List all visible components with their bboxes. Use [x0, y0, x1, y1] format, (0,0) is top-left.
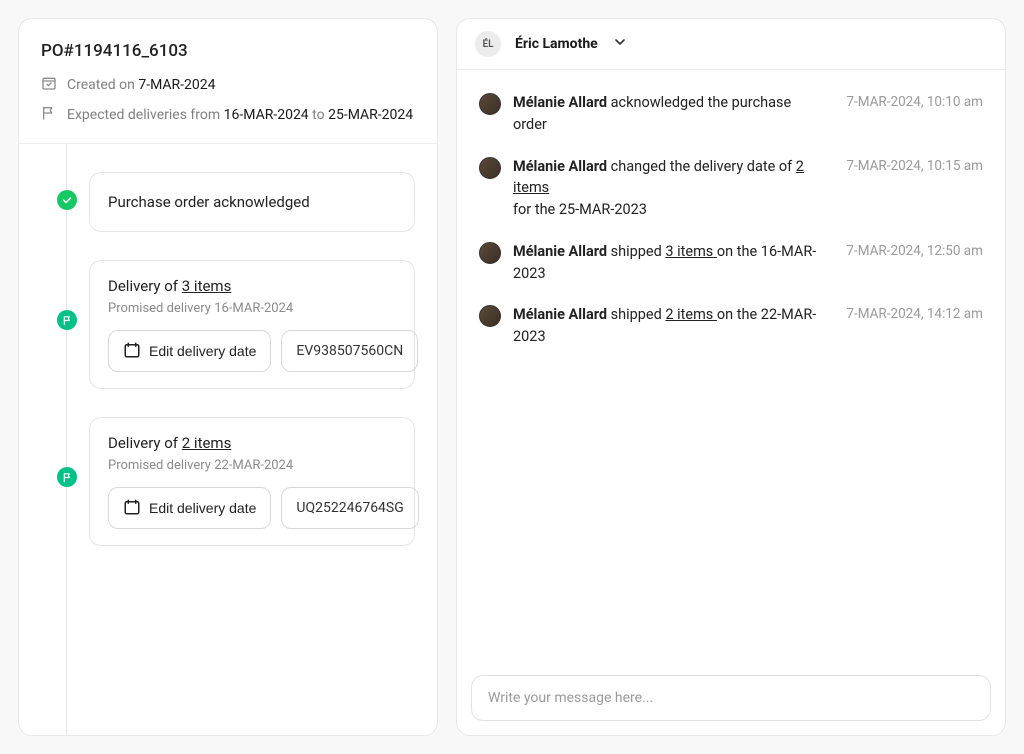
expected-label: Expected deliveries from	[67, 107, 220, 123]
flag-icon	[41, 105, 57, 125]
po-title: PO#1194116_6103	[41, 41, 415, 61]
expected-from: 16-MAR-2024	[224, 107, 309, 123]
feed-actor: Mélanie Allard	[513, 243, 607, 260]
calendar-check-icon	[41, 75, 57, 95]
promised-label: Promised delivery	[108, 458, 211, 473]
feed-timestamp: 7-MAR-2024, 10:10 am	[846, 94, 983, 136]
message-composer	[457, 661, 1005, 735]
feed-text: Mélanie Allard acknowledged the purchase…	[513, 92, 824, 136]
calendar-icon	[123, 498, 141, 519]
feed-item: Mélanie Allard shipped 3 items on the 16…	[479, 241, 983, 285]
po-created-line: Created on 7-MAR-2024	[41, 75, 415, 95]
feed-actor: Mélanie Allard	[513, 306, 607, 323]
feed-text: Mélanie Allard shipped 3 items on the 16…	[513, 241, 824, 285]
feed-timestamp: 7-MAR-2024, 12:50 am	[846, 243, 983, 285]
check-circle-icon	[57, 190, 77, 210]
delivery-heading: Delivery of 3 items	[108, 277, 396, 295]
feed-timestamp: 7-MAR-2024, 14:12 am	[846, 306, 983, 348]
tracking-number: UQ252246764SG	[296, 500, 403, 516]
feed-timestamp: 7-MAR-2024, 10:15 am	[846, 158, 983, 221]
created-label: Created on	[67, 77, 135, 93]
feed-text-part: shipped	[607, 306, 665, 323]
timeline: Purchase order acknowledged Delivery of …	[19, 144, 437, 735]
tracking-number-field[interactable]: UQ252246764SG	[281, 487, 418, 529]
feed-link[interactable]: 3 items	[665, 243, 717, 260]
expected-to-word: to	[312, 107, 324, 123]
ack-text: Purchase order acknowledged	[108, 189, 396, 215]
user-selector[interactable]: ÉL Éric Lamothe	[457, 19, 1005, 70]
calendar-icon	[123, 341, 141, 362]
message-input[interactable]	[471, 675, 991, 721]
promised-label: Promised delivery	[108, 301, 211, 316]
avatar	[479, 93, 501, 115]
tracking-number: EV938507560CN	[296, 343, 403, 359]
feed-text: Mélanie Allard changed the delivery date…	[513, 156, 824, 221]
feed-text: Mélanie Allard shipped 2 items on the 22…	[513, 304, 824, 348]
feed-text-part: shipped	[607, 243, 665, 260]
avatar	[479, 242, 501, 264]
user-name: Éric Lamothe	[515, 36, 598, 52]
delivery-title-prefix: Delivery of	[108, 434, 178, 452]
activity-panel: ÉL Éric Lamothe Mélanie Allard acknowled…	[456, 18, 1006, 736]
promised-date: 16-MAR-2024	[214, 301, 293, 316]
promised-date: 22-MAR-2024	[214, 458, 293, 473]
edit-delivery-date-button[interactable]: Edit delivery date	[108, 487, 271, 529]
feed-text-part: changed the delivery date of	[607, 158, 796, 175]
po-header: PO#1194116_6103 Created on 7-MAR-2024 Ex…	[19, 19, 437, 144]
feed-actor: Mélanie Allard	[513, 94, 607, 111]
created-date: 7-MAR-2024	[138, 77, 215, 93]
delivery-promised: Promised delivery 22-MAR-2024	[108, 458, 396, 473]
activity-feed: Mélanie Allard acknowledged the purchase…	[457, 70, 1005, 661]
feed-actor: Mélanie Allard	[513, 158, 607, 175]
expected-to: 25-MAR-2024	[328, 107, 413, 123]
feed-item: Mélanie Allard acknowledged the purchase…	[479, 92, 983, 136]
chevron-down-icon[interactable]	[612, 34, 628, 54]
edit-delivery-label: Edit delivery date	[149, 500, 256, 516]
delivery-title-prefix: Delivery of	[108, 277, 178, 295]
delivery-promised: Promised delivery 16-MAR-2024	[108, 301, 396, 316]
po-expected-line: Expected deliveries from 16-MAR-2024 to …	[41, 105, 415, 125]
feed-item: Mélanie Allard shipped 2 items on the 22…	[479, 304, 983, 348]
delivery-flag-icon	[57, 467, 77, 487]
timeline-item-ack: Purchase order acknowledged	[51, 172, 415, 232]
delivery-heading: Delivery of 2 items	[108, 434, 396, 452]
po-detail-panel: PO#1194116_6103 Created on 7-MAR-2024 Ex…	[18, 18, 438, 736]
feed-text-line2: for the 25-MAR-2023	[513, 201, 647, 218]
edit-delivery-date-button[interactable]: Edit delivery date	[108, 330, 271, 372]
delivery-flag-icon	[57, 310, 77, 330]
timeline-item-delivery: Delivery of 2 items Promised delivery 22…	[51, 417, 415, 546]
avatar	[479, 305, 501, 327]
avatar	[479, 157, 501, 179]
tracking-number-field[interactable]: EV938507560CN	[281, 330, 418, 372]
delivery-items-link[interactable]: 2 items	[182, 434, 232, 452]
feed-link[interactable]: 2 items	[665, 306, 717, 323]
delivery-items-link[interactable]: 3 items	[182, 277, 232, 295]
timeline-item-delivery: Delivery of 3 items Promised delivery 16…	[51, 260, 415, 389]
avatar: ÉL	[475, 31, 501, 57]
feed-item: Mélanie Allard changed the delivery date…	[479, 156, 983, 221]
edit-delivery-label: Edit delivery date	[149, 343, 256, 359]
